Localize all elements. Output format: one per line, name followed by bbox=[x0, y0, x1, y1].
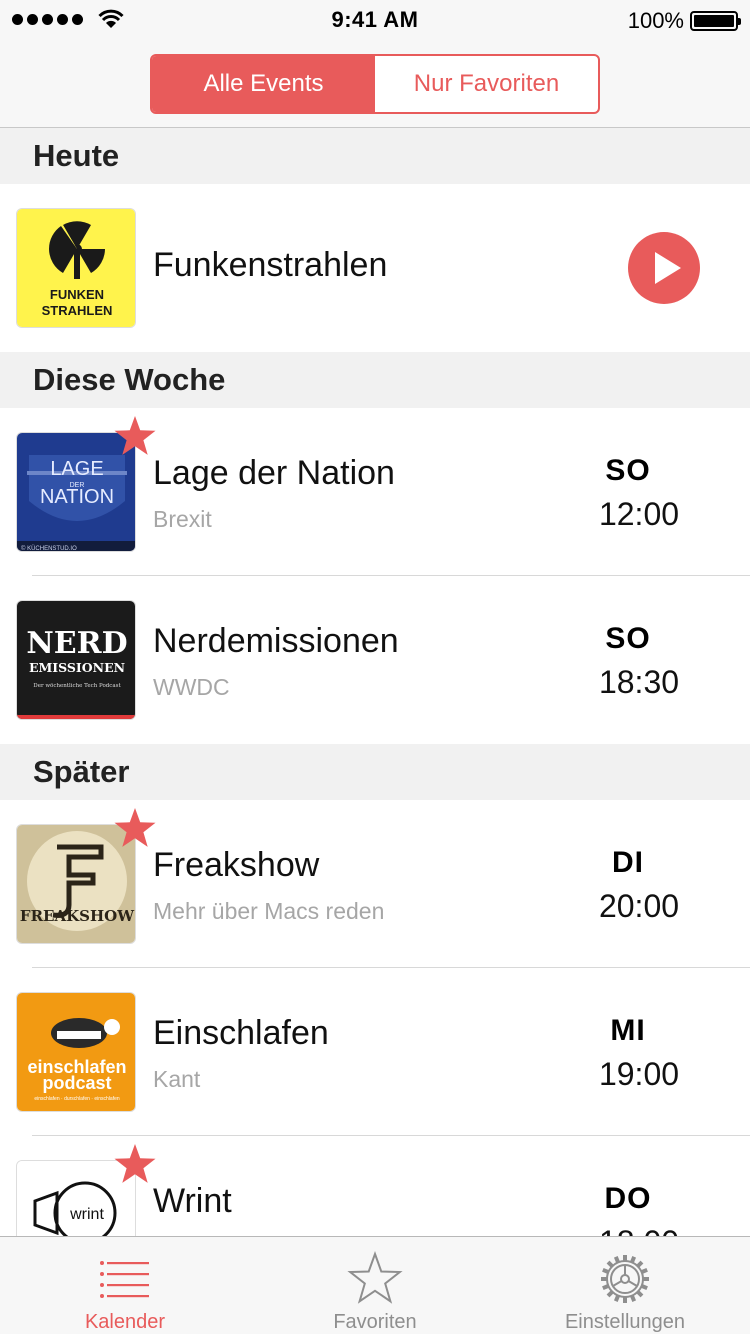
event-time: 20:00 bbox=[598, 888, 680, 924]
tab-label: Favoriten bbox=[333, 1311, 417, 1333]
event-day: DO bbox=[604, 1182, 652, 1215]
podcast-artwork: einschlafen podcast einschlafen · dursch… bbox=[16, 992, 136, 1112]
filter-all-events[interactable]: Alle Events bbox=[152, 56, 375, 112]
battery-percentage: 100% bbox=[627, 8, 684, 33]
event-title: Einschlafen bbox=[153, 1014, 329, 1052]
artwork-text: wrint bbox=[69, 1206, 104, 1223]
artwork-text: LAGE bbox=[50, 458, 103, 480]
artwork-text: einschlafen · durschlafen · einschlafen bbox=[34, 1096, 120, 1102]
event-title: Funkenstrahlen bbox=[153, 246, 388, 284]
event-subtitle: WWDC bbox=[153, 674, 230, 700]
event-title: Nerdemissionen bbox=[153, 622, 399, 660]
section-header-this-week: Diese Woche bbox=[0, 352, 750, 408]
filter-favorites-only[interactable]: Nur Favoriten bbox=[375, 56, 598, 112]
event-time: 12:00 bbox=[598, 496, 680, 532]
event-row-nerdemissionen[interactable]: NERD EMISSIONEN Der wöchentliche Tech Po… bbox=[0, 576, 750, 744]
event-subtitle: Brexit bbox=[153, 506, 212, 532]
star-outline-icon bbox=[347, 1251, 403, 1307]
battery-icon bbox=[690, 11, 741, 31]
event-time: 18:30 bbox=[598, 664, 680, 700]
tab-label: Einstellungen bbox=[564, 1311, 686, 1333]
artwork-text: podcast bbox=[42, 1073, 111, 1093]
status-bar: 9:41 AM 100% bbox=[0, 0, 750, 40]
list-icon bbox=[97, 1251, 153, 1307]
tab-settings[interactable]: Einstellungen bbox=[500, 1237, 750, 1334]
event-subtitle: Mehr über Macs reden bbox=[153, 898, 385, 924]
tab-label: Kalender bbox=[84, 1311, 166, 1333]
section-header-later: Später bbox=[0, 744, 750, 800]
event-row-freakshow[interactable]: FREAKSHOW Freakshow Mehr über Macs reden… bbox=[0, 800, 750, 968]
artwork-text: NATION bbox=[40, 486, 114, 508]
event-day: SO bbox=[605, 454, 651, 487]
gear-icon bbox=[597, 1251, 653, 1307]
section-header-today: Heute bbox=[0, 128, 750, 184]
artwork-text: FUNKEN bbox=[50, 287, 104, 302]
event-row-funkenstrahlen[interactable]: FUNKEN STRAHLEN Funkenstrahlen bbox=[0, 184, 750, 352]
event-filter-control: Alle Events Nur Favoriten bbox=[150, 54, 600, 114]
event-row-einschlafen[interactable]: einschlafen podcast einschlafen · dursch… bbox=[0, 968, 750, 1136]
event-title: Freakshow bbox=[153, 846, 320, 884]
event-day: MI bbox=[610, 1014, 646, 1047]
event-day: DI bbox=[612, 846, 644, 879]
podcast-artwork: NERD EMISSIONEN Der wöchentliche Tech Po… bbox=[16, 600, 136, 720]
artwork-text: EMISSIONEN bbox=[29, 660, 125, 675]
favorite-star-icon bbox=[114, 808, 156, 847]
podcast-artwork: FUNKEN STRAHLEN bbox=[16, 208, 136, 328]
tab-calendar[interactable]: Kalender bbox=[0, 1237, 250, 1334]
artwork-text: © KÜCHENSTUD.IO bbox=[21, 545, 77, 552]
event-row-lage-der-nation[interactable]: LAGE DER NATION © KÜCHENSTUD.IO Lage der… bbox=[0, 408, 750, 576]
artwork-text: FREAKSHOW bbox=[20, 907, 135, 925]
play-button[interactable] bbox=[628, 232, 700, 304]
event-time: 19:00 bbox=[598, 1056, 680, 1092]
artwork-text: STRAHLEN bbox=[42, 303, 113, 318]
favorite-star-icon bbox=[114, 1144, 156, 1183]
event-title: Wrint bbox=[153, 1182, 232, 1220]
event-day: SO bbox=[605, 622, 651, 655]
event-subtitle: Kant bbox=[153, 1066, 201, 1092]
favorite-star-icon bbox=[114, 416, 156, 455]
tab-bar: Kalender Favoriten Einstellungen bbox=[0, 1236, 750, 1334]
artwork-text: Der wöchentliche Tech Podcast bbox=[33, 683, 121, 689]
event-title: Lage der Nation bbox=[153, 454, 395, 492]
artwork-text: NERD bbox=[26, 626, 127, 661]
tab-favorites[interactable]: Favoriten bbox=[250, 1237, 500, 1334]
